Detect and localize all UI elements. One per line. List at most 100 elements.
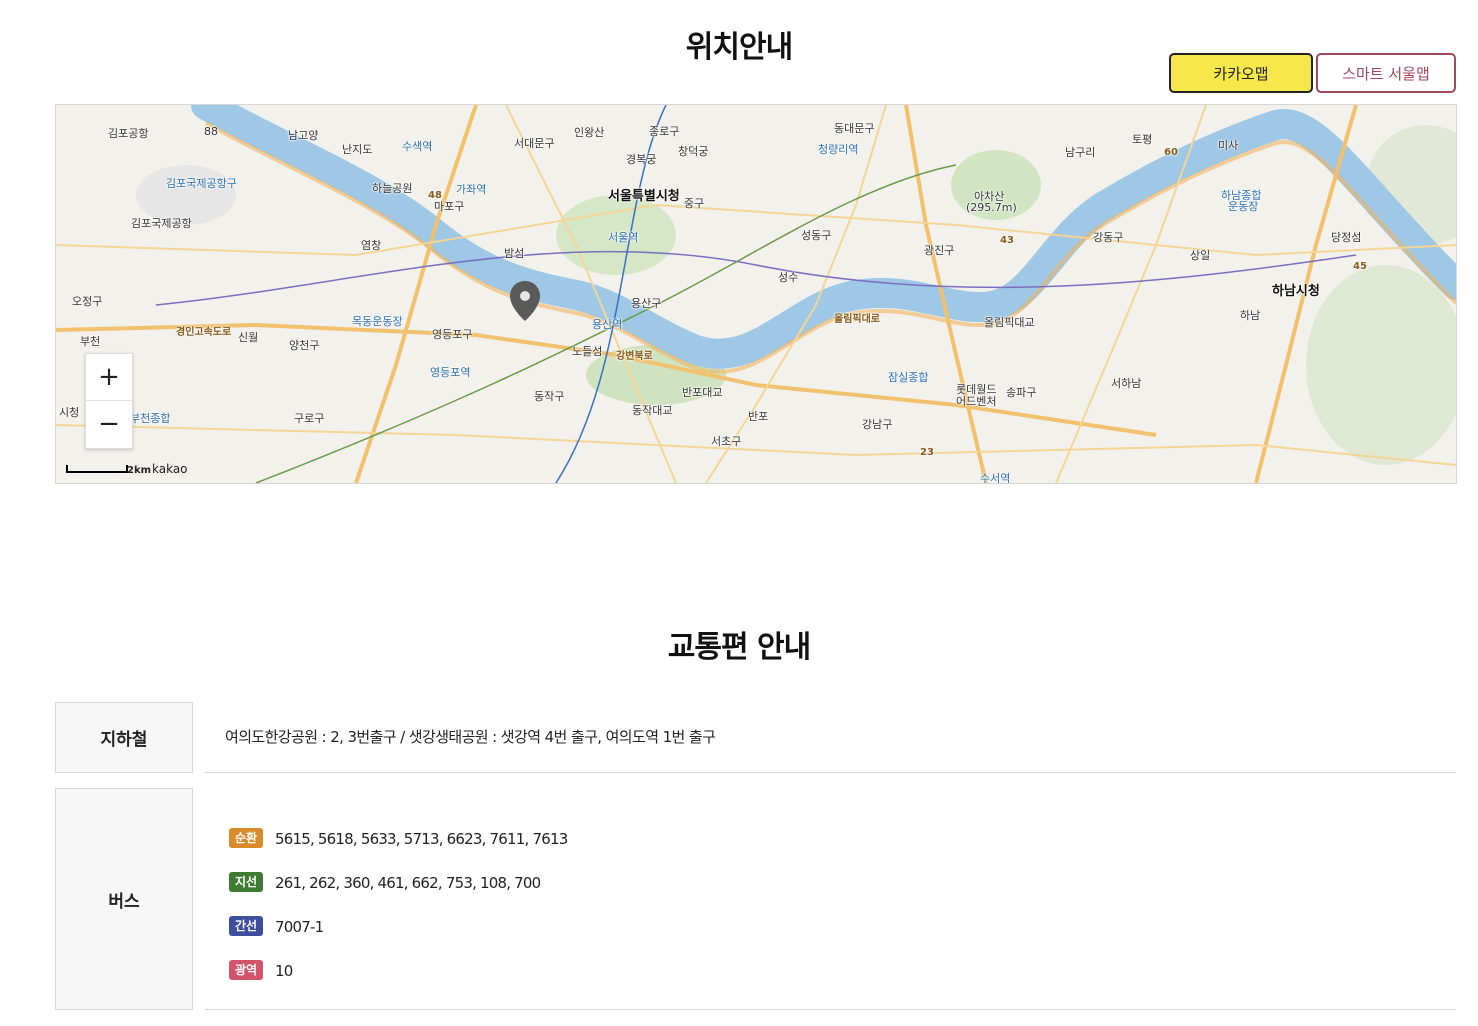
map-label: 영등포역 xyxy=(430,366,471,379)
map-label: 수색역 xyxy=(402,140,433,153)
bus-numbers: 10 xyxy=(275,962,293,980)
map-label: 당정섬 xyxy=(1331,231,1362,244)
major-road xyxy=(354,105,478,483)
map-label: 창덕궁 xyxy=(678,145,709,158)
zoom-in-button[interactable]: + xyxy=(86,354,132,400)
map-label: 43 xyxy=(1000,235,1014,246)
map-label: 목동운동장 xyxy=(352,315,403,328)
map-label: 김포국제공항구 xyxy=(166,177,237,190)
scale-label: 2km xyxy=(127,465,152,476)
map-label: 가좌역 xyxy=(456,183,487,196)
map-label: 성동구 xyxy=(801,229,832,242)
minor-road xyxy=(56,424,1456,466)
bus-line: 간선 7007-1 xyxy=(205,916,1456,960)
map-label: 종로구 xyxy=(649,125,680,138)
map-label: 김포국제공항 xyxy=(131,217,192,230)
map-label: 수서역 xyxy=(980,472,1011,484)
location-marker xyxy=(510,281,540,321)
map-label: 오정구 xyxy=(72,295,103,308)
map-label: 광진구 xyxy=(924,244,955,257)
subway-info: 여의도한강공원 : 2, 3번출구 / 샛강생태공원 : 샛강역 4번 출구, … xyxy=(205,702,1456,773)
bus-type-badge: 광역 xyxy=(229,960,263,980)
map-label: 올림픽대로 xyxy=(834,314,880,325)
map-label: 올림픽대교 xyxy=(984,316,1035,329)
map-label: 염창 xyxy=(361,239,382,252)
map-label: 23 xyxy=(920,447,934,458)
map-label: 밤섬 xyxy=(504,247,525,260)
map-label: 부천종합 xyxy=(130,412,171,425)
subway-row: 지하철 여의도한강공원 : 2, 3번출구 / 샛강생태공원 : 샛강역 4번 … xyxy=(55,702,1456,773)
map-label: 난지도 xyxy=(342,143,373,156)
map-label: 용산구 xyxy=(631,297,662,310)
map-label: 용산역 xyxy=(592,318,623,331)
map-label: 어드벤처 xyxy=(956,395,997,408)
map-label: 강변북로 xyxy=(616,351,653,362)
map-label: 부천 xyxy=(80,335,101,348)
kakao-map-button[interactable]: 카카오맵 xyxy=(1169,53,1313,93)
map-label: 시청 xyxy=(59,406,80,419)
map-label: 영등포구 xyxy=(432,328,473,341)
map-label: 서울역 xyxy=(608,231,639,244)
map-label: 서하남 xyxy=(1111,377,1142,390)
bus-numbers: 7007-1 xyxy=(275,918,324,936)
transport-title: 교통편 안내 xyxy=(667,630,811,665)
map-label: 하남 xyxy=(1240,309,1261,322)
map-label: 동작구 xyxy=(534,390,565,403)
map-label: 서울특별시청 xyxy=(608,189,680,204)
bus-row: 버스 순환 5615, 5618, 5633, 5713, 6623, 7611… xyxy=(55,788,1456,1010)
map-label: 구로구 xyxy=(294,412,325,425)
smart-seoul-map-button[interactable]: 스마트 서울맵 xyxy=(1316,53,1456,93)
map-label: 김포공항 xyxy=(108,127,149,140)
bus-line: 지선 261, 262, 360, 461, 662, 753, 108, 70… xyxy=(205,872,1456,916)
map-label: 잠실종합 xyxy=(888,371,929,384)
map-label: 양천구 xyxy=(289,339,320,352)
map-label: 하남시청 xyxy=(1272,284,1320,299)
map-label: 토평 xyxy=(1132,133,1153,146)
map-label: 남구리 xyxy=(1065,146,1096,159)
map-label: 성수 xyxy=(778,271,799,284)
map-label: 노들섬 xyxy=(572,345,603,358)
park-area xyxy=(1306,265,1456,465)
map-label: 신월 xyxy=(238,331,259,344)
map-label: 남고양 xyxy=(288,129,319,142)
subway-line xyxy=(155,250,1357,306)
map-label: 반포대교 xyxy=(682,386,723,399)
subway-label: 지하철 xyxy=(55,702,193,773)
map-label: 경복궁 xyxy=(626,153,657,166)
map-label: 송파구 xyxy=(1006,386,1037,399)
map-label: 60 xyxy=(1164,147,1178,158)
bus-info: 순환 5615, 5618, 5633, 5713, 6623, 7611, 7… xyxy=(205,788,1456,1010)
riverside-road xyxy=(205,121,1456,374)
bus-label: 버스 xyxy=(55,788,193,1010)
zoom-out-button[interactable]: − xyxy=(86,400,132,447)
bus-line: 순환 5615, 5618, 5633, 5713, 6623, 7611, 7… xyxy=(205,828,1456,872)
map-label: 강동구 xyxy=(1093,231,1124,244)
map-label: 중구 xyxy=(684,197,705,210)
bus-numbers: 5615, 5618, 5633, 5713, 6623, 7611, 7613 xyxy=(275,830,568,848)
map-label: 동작대교 xyxy=(632,404,673,417)
map-label: 88 xyxy=(204,125,218,138)
map-label: 동대문구 xyxy=(834,122,875,135)
bus-type-badge: 간선 xyxy=(229,916,263,936)
map-label: 강남구 xyxy=(862,418,893,431)
map-label: 인왕산 xyxy=(574,126,605,139)
map-view[interactable]: 김포공항 88 남고양 난지도 수색역 서대문구 인왕산 종로구 경복궁 창덕궁… xyxy=(55,104,1457,484)
map-label: 서초구 xyxy=(711,435,742,448)
map-label: 상일 xyxy=(1190,249,1211,262)
kakao-logo: kakao xyxy=(152,462,188,476)
map-label: 마포구 xyxy=(434,200,465,213)
scale-bar xyxy=(66,465,128,473)
bus-type-badge: 순환 xyxy=(229,828,263,848)
bus-numbers: 261, 262, 360, 461, 662, 753, 108, 700 xyxy=(275,874,541,892)
map-label: 청량리역 xyxy=(818,143,859,156)
map-label: 하늘공원 xyxy=(372,182,413,195)
bus-line: 광역 10 xyxy=(205,960,1456,1004)
map-label: 반포 xyxy=(748,410,769,423)
zoom-control: + − xyxy=(85,353,133,449)
map-label: 경인고속도로 xyxy=(176,327,232,338)
bus-type-badge: 지선 xyxy=(229,872,263,892)
map-label: 미사 xyxy=(1218,139,1239,152)
map-canvas xyxy=(56,105,1456,483)
map-label: 45 xyxy=(1353,261,1367,272)
map-label: 서대문구 xyxy=(514,137,555,150)
